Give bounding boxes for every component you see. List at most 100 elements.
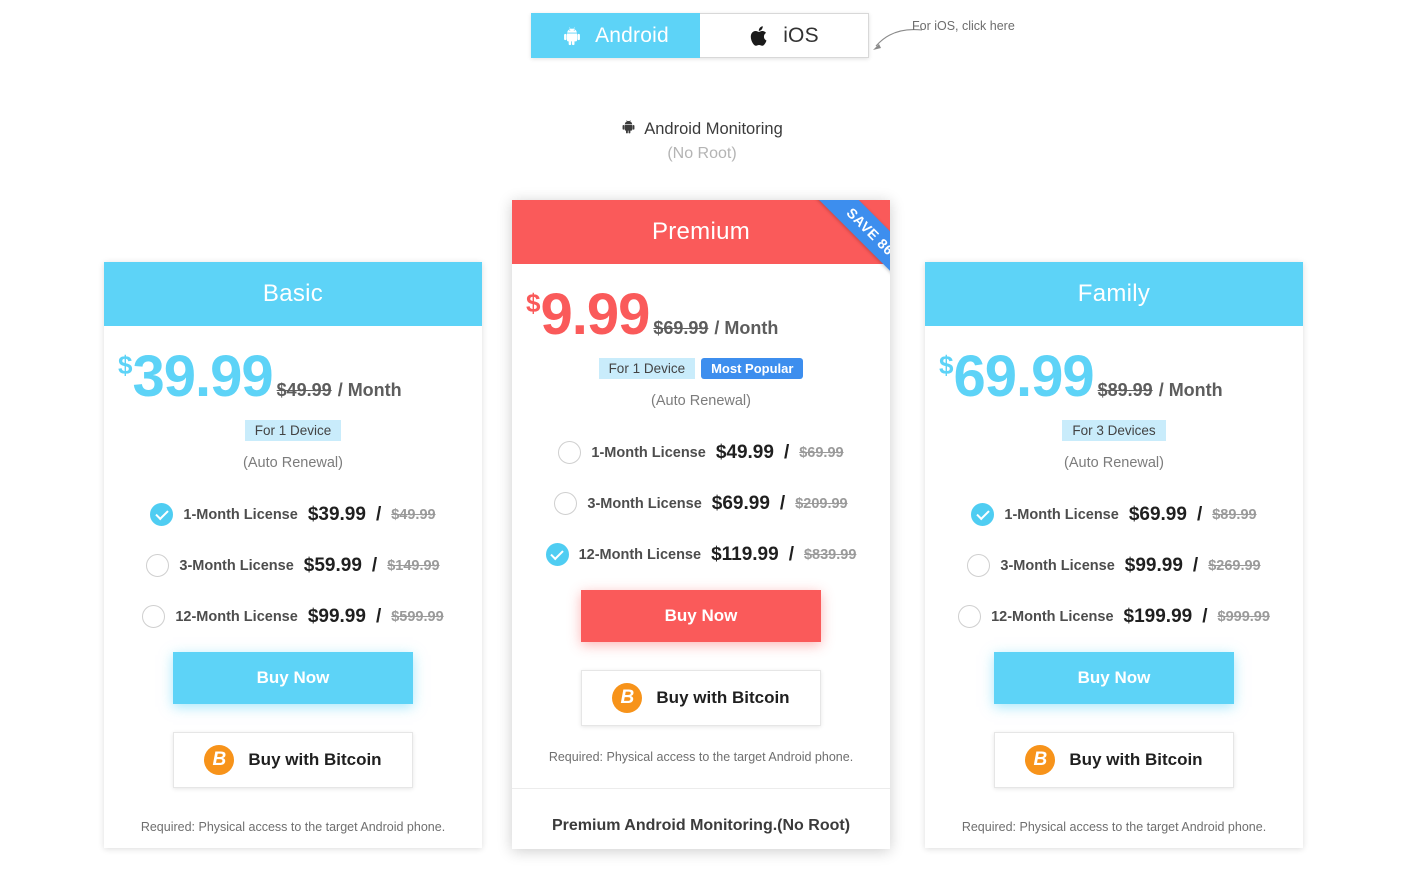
bitcoin-icon: B	[1025, 745, 1056, 775]
tab-android-label: Android	[595, 23, 669, 47]
license-option[interactable]: 12-Month License $99.99 / $599.99	[104, 591, 482, 642]
option-separator: /	[375, 605, 382, 627]
radio-unchecked-icon[interactable]	[967, 554, 991, 577]
os-switch[interactable]: Android iOS	[531, 13, 869, 58]
plan-card-premium[interactable]: Premium SAVE 86% $ 9.99 $69.99 / Month F…	[512, 200, 890, 849]
tab-android[interactable]: Android	[531, 13, 700, 58]
price-value: 39.99	[132, 344, 273, 409]
device-badge: For 1 Device	[244, 420, 342, 441]
plan-footer-premium: Premium Android Monitoring.(No Root)	[512, 788, 890, 835]
price-period: / Month	[714, 318, 779, 338]
option-price: $199.99	[1123, 605, 1193, 627]
plan-price-family: $ 69.99 $89.99 / Month	[925, 348, 1303, 406]
option-separator: /	[779, 492, 786, 514]
option-label: 3-Month License	[1000, 557, 1115, 574]
buy-now-button[interactable]: Buy Now	[173, 652, 413, 704]
option-old-price: $209.99	[795, 495, 848, 512]
option-price: $49.99	[715, 441, 774, 463]
plan-header-basic: Basic	[104, 262, 482, 326]
plan-badges-premium: For 1 Device Most Popular	[512, 358, 890, 379]
price-value: 9.99	[540, 282, 650, 347]
plan-header-family: Family	[925, 262, 1303, 326]
required-note: Required: Physical access to the target …	[548, 750, 854, 764]
ios-hint-text: For iOS, click here	[912, 19, 1015, 33]
plan-badges-basic: For 1 Device	[104, 420, 482, 441]
radio-checked-icon[interactable]	[545, 543, 569, 566]
radio-unchecked-icon[interactable]	[958, 605, 982, 628]
license-option[interactable]: 3-Month License $99.99 / $269.99	[925, 540, 1303, 591]
option-label: 12-Month License	[175, 608, 298, 625]
tab-ios[interactable]: iOS	[700, 13, 869, 58]
radio-unchecked-icon[interactable]	[558, 441, 582, 464]
plan-card-basic[interactable]: Basic $ 39.99 $49.99 / Month For 1 Devic…	[104, 262, 482, 848]
radio-checked-icon[interactable]	[150, 503, 174, 526]
option-old-price: $69.99	[799, 444, 844, 461]
option-separator: /	[371, 554, 378, 576]
option-separator: /	[375, 503, 382, 525]
buy-with-bitcoin-button[interactable]: B Buy with Bitcoin	[994, 732, 1234, 788]
option-label: 3-Month License	[587, 495, 702, 512]
radio-unchecked-icon[interactable]	[142, 605, 166, 628]
page-title-text: Android Monitoring	[644, 119, 783, 138]
option-separator: /	[1196, 503, 1203, 525]
auto-renewal-note: (Auto Renewal)	[1064, 455, 1164, 471]
option-separator: /	[788, 543, 794, 565]
page-title: Android Monitoring	[621, 119, 783, 139]
license-option[interactable]: 1-Month License $49.99 / $69.99	[512, 427, 890, 478]
section-heading: Android Monitoring (No Root)	[0, 119, 1404, 163]
plan-header-premium: Premium	[512, 200, 890, 264]
price-old: $49.99	[276, 380, 332, 400]
license-option[interactable]: 12-Month License $199.99 / $999.99	[925, 591, 1303, 642]
radio-unchecked-icon[interactable]	[554, 492, 578, 515]
option-price: $99.99	[307, 605, 366, 627]
price-old: $89.99	[1097, 380, 1153, 400]
buy-now-button[interactable]: Buy Now	[581, 590, 821, 642]
option-separator: /	[1192, 554, 1199, 576]
required-note: Required: Physical access to the target …	[140, 820, 446, 834]
option-price: $69.99	[1128, 503, 1187, 525]
radio-unchecked-icon[interactable]	[146, 554, 170, 577]
license-option[interactable]: 1-Month License $39.99 / $49.99	[104, 489, 482, 540]
option-old-price: $49.99	[391, 506, 436, 523]
price-value: 69.99	[953, 344, 1094, 409]
license-option[interactable]: 12-Month License $119.99 / $839.99	[512, 529, 890, 580]
currency-symbol: $	[939, 350, 954, 380]
option-price: $119.99	[711, 543, 779, 565]
bitcoin-button-label: Buy with Bitcoin	[248, 750, 382, 769]
plan-badges-family: For 3 Devices	[925, 420, 1303, 441]
bitcoin-button-label: Buy with Bitcoin	[1069, 750, 1203, 769]
license-option[interactable]: 3-Month License $59.99 / $149.99	[104, 540, 482, 591]
option-old-price: $839.99	[803, 546, 857, 563]
license-options-basic[interactable]: 1-Month License $39.99 / $49.99 3-Month …	[104, 489, 482, 642]
option-label: 12-Month License	[578, 546, 702, 563]
option-price: $99.99	[1124, 554, 1183, 576]
currency-symbol: $	[118, 350, 133, 380]
auto-renewal-note: (Auto Renewal)	[651, 393, 751, 409]
plan-name: Premium	[651, 218, 751, 245]
option-separator: /	[1202, 605, 1208, 627]
option-old-price: $269.99	[1208, 557, 1261, 574]
license-options-family[interactable]: 1-Month License $69.99 / $89.99 3-Month …	[925, 489, 1303, 642]
license-options-premium[interactable]: 1-Month License $49.99 / $69.99 3-Month …	[512, 427, 890, 580]
bitcoin-icon: B	[612, 683, 643, 713]
plan-card-family[interactable]: Family $ 69.99 $89.99 / Month For 3 Devi…	[925, 262, 1303, 848]
plan-price-premium: $ 9.99 $69.99 / Month	[512, 286, 890, 344]
price-period: / Month	[1158, 380, 1223, 400]
most-popular-badge: Most Popular	[701, 358, 804, 379]
radio-checked-icon[interactable]	[971, 503, 995, 526]
price-period: / Month	[337, 380, 402, 400]
bitcoin-button-label: Buy with Bitcoin	[656, 688, 790, 707]
buy-with-bitcoin-button[interactable]: B Buy with Bitcoin	[173, 732, 413, 788]
device-badge: For 3 Devices	[1062, 420, 1166, 441]
tab-ios-label: iOS	[783, 23, 819, 47]
bitcoin-icon: B	[204, 745, 235, 775]
auto-renewal-note: (Auto Renewal)	[243, 455, 343, 471]
option-label: 3-Month License	[179, 557, 294, 574]
buy-now-button[interactable]: Buy Now	[994, 652, 1234, 704]
plan-price-basic: $ 39.99 $49.99 / Month	[104, 348, 482, 406]
option-old-price: $999.99	[1217, 608, 1270, 625]
buy-with-bitcoin-button[interactable]: B Buy with Bitcoin	[581, 670, 821, 726]
license-option[interactable]: 3-Month License $69.99 / $209.99	[512, 478, 890, 529]
option-label: 1-Month License	[591, 444, 706, 461]
license-option[interactable]: 1-Month License $69.99 / $89.99	[925, 489, 1303, 540]
